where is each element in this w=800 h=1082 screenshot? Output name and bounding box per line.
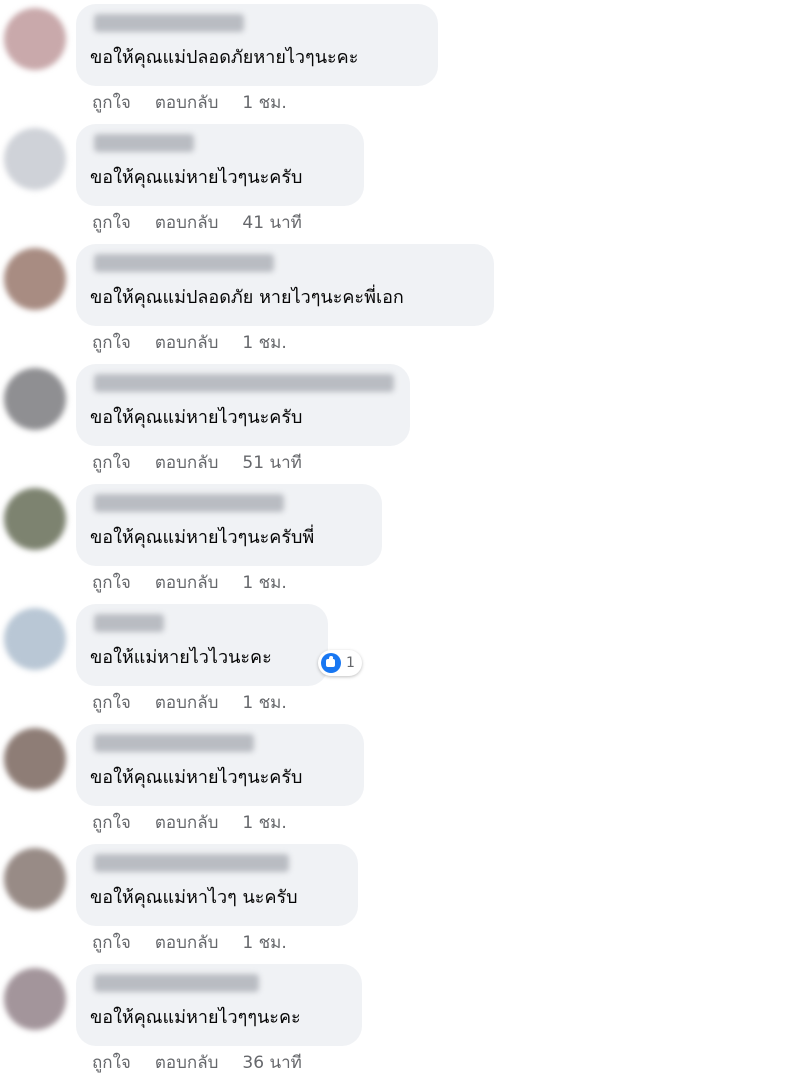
comment-actions: ถูกใจ ตอบกลับ 1 ชม. [92, 332, 287, 354]
timestamp[interactable]: 51 นาที [242, 452, 301, 474]
like-link[interactable]: ถูกใจ [92, 812, 131, 834]
comment: ขอให้คุณแม่หายไวๆนะครับ ถูกใจ ตอบกลับ 41 น… [0, 122, 800, 242]
comment-actions: ถูกใจ ตอบกลับ 41 นาที [92, 212, 302, 234]
comment-bubble: ขอให้คุณแม่หายไวๆนะครับ [76, 724, 364, 806]
avatar[interactable] [4, 128, 66, 190]
avatar[interactable] [4, 728, 66, 790]
comment-bubble: ขอให้คุณแม่หายไวๆนะครับ [76, 364, 410, 446]
comment-text: ขอให้คุณแม่หายไวๆนะครับ [90, 407, 303, 428]
commenter-name-blurred[interactable] [94, 974, 259, 992]
comment: ขอให้คุณแม่หายไวๆนะครับ ถูกใจ ตอบกลับ 1 ชม… [0, 722, 800, 842]
comment: ขอให้คุณแม่ปลอดภัยหายไวๆนะคะ ถูกใจ ตอบกลั… [0, 2, 800, 122]
commenter-name-blurred[interactable] [94, 494, 284, 512]
comment: ขอให้คุณแม่หายไวๆนะครับ ถูกใจ ตอบกลับ 51 น… [0, 362, 800, 482]
comment: ขอให้คุณแม่ปลอดภัย หายไวๆนะคะพี่เอก ถูกใ… [0, 242, 800, 362]
comment-actions: ถูกใจ ตอบกลับ 36 นาที [92, 1052, 302, 1074]
comment-bubble: ขอให้คุณแม่ปลอดภัย หายไวๆนะคะพี่เอก [76, 244, 494, 326]
reply-link[interactable]: ตอบกลับ [155, 212, 219, 234]
like-link[interactable]: ถูกใจ [92, 212, 131, 234]
comment-text: ขอให้แม่หายไวไวนะคะ [90, 647, 272, 668]
comment-bubble: ขอให้คุณแม่หายไวๆนะครับ [76, 124, 364, 206]
timestamp[interactable]: 36 นาที [242, 1052, 301, 1074]
like-icon [321, 653, 341, 673]
comment-text: ขอให้คุณแม่หาไวๆ นะครับ [90, 887, 298, 908]
comment-bubble: ขอให้คุณแม่หายไวๆๆนะคะ [76, 964, 362, 1046]
avatar[interactable] [4, 608, 66, 670]
avatar[interactable] [4, 848, 66, 910]
comment: ขอให้คุณแม่หาไวๆ นะครับ ถูกใจ ตอบกลับ 1 ชม… [0, 842, 800, 962]
comment-text: ขอให้คุณแม่หายไวๆๆนะคะ [90, 1007, 301, 1028]
comment-text: ขอให้คุณแม่ปลอดภัย หายไวๆนะคะพี่เอก [90, 287, 404, 308]
timestamp[interactable]: 1 ชม. [242, 812, 286, 834]
avatar[interactable] [4, 368, 66, 430]
commenter-name-blurred[interactable] [94, 14, 244, 32]
comment-bubble: ขอให้คุณแม่หาไวๆ นะครับ [76, 844, 358, 926]
timestamp[interactable]: 1 ชม. [242, 92, 286, 114]
comment-actions: ถูกใจ ตอบกลับ 1 ชม. [92, 572, 287, 594]
comment-actions: ถูกใจ ตอบกลับ 51 นาที [92, 452, 302, 474]
reaction-count[interactable]: 1 [318, 650, 362, 676]
commenter-name-blurred[interactable] [94, 614, 164, 632]
commenter-name-blurred[interactable] [94, 254, 274, 272]
reply-link[interactable]: ตอบกลับ [155, 1052, 219, 1074]
commenter-name-blurred[interactable] [94, 374, 394, 392]
comment: ขอให้คุณแม่หายไวๆๆนะคะ ถูกใจ ตอบกลับ 36 นา… [0, 962, 800, 1082]
like-link[interactable]: ถูกใจ [92, 932, 131, 954]
timestamp[interactable]: 41 นาที [242, 212, 301, 234]
avatar[interactable] [4, 488, 66, 550]
like-link[interactable]: ถูกใจ [92, 332, 131, 354]
reply-link[interactable]: ตอบกลับ [155, 332, 219, 354]
comment-text: ขอให้คุณแม่หายไวๆนะครับ [90, 167, 303, 188]
reply-link[interactable]: ตอบกลับ [155, 572, 219, 594]
like-link[interactable]: ถูกใจ [92, 572, 131, 594]
comment-text: ขอให้คุณแม่หายไวๆนะครับ [90, 767, 303, 788]
reply-link[interactable]: ตอบกลับ [155, 692, 219, 714]
commenter-name-blurred[interactable] [94, 854, 289, 872]
comment-bubble: ขอให้คุณแม่ปลอดภัยหายไวๆนะคะ [76, 4, 438, 86]
comment-actions: ถูกใจ ตอบกลับ 1 ชม. [92, 92, 287, 114]
timestamp[interactable]: 1 ชม. [242, 572, 286, 594]
comment-bubble: ขอให้แม่หายไวไวนะคะ [76, 604, 328, 686]
comment-bubble: ขอให้คุณแม่หายไวๆนะครับพี่ [76, 484, 382, 566]
comment-actions: ถูกใจ ตอบกลับ 1 ชม. [92, 932, 287, 954]
like-link[interactable]: ถูกใจ [92, 692, 131, 714]
like-link[interactable]: ถูกใจ [92, 1052, 131, 1074]
reply-link[interactable]: ตอบกลับ [155, 812, 219, 834]
avatar[interactable] [4, 968, 66, 1030]
reaction-count-text: 1 [346, 655, 355, 671]
comment: ขอให้คุณแม่หายไวๆนะครับพี่ ถูกใจ ตอบกลับ 1… [0, 482, 800, 602]
avatar[interactable] [4, 8, 66, 70]
comment: ขอให้แม่หายไวไวนะคะ 1 ถูกใจ ตอบกลับ 1 ชม. [0, 602, 800, 722]
comment-text: ขอให้คุณแม่ปลอดภัยหายไวๆนะคะ [90, 47, 359, 68]
commenter-name-blurred[interactable] [94, 734, 254, 752]
comment-text: ขอให้คุณแม่หายไวๆนะครับพี่ [90, 527, 315, 548]
timestamp[interactable]: 1 ชม. [242, 932, 286, 954]
like-link[interactable]: ถูกใจ [92, 452, 131, 474]
commenter-name-blurred[interactable] [94, 134, 194, 152]
timestamp[interactable]: 1 ชม. [242, 692, 286, 714]
like-link[interactable]: ถูกใจ [92, 92, 131, 114]
comment-actions: ถูกใจ ตอบกลับ 1 ชม. [92, 812, 287, 834]
comment-actions: ถูกใจ ตอบกลับ 1 ชม. [92, 692, 287, 714]
timestamp[interactable]: 1 ชม. [242, 332, 286, 354]
reply-link[interactable]: ตอบกลับ [155, 452, 219, 474]
avatar[interactable] [4, 248, 66, 310]
reply-link[interactable]: ตอบกลับ [155, 92, 219, 114]
reply-link[interactable]: ตอบกลับ [155, 932, 219, 954]
